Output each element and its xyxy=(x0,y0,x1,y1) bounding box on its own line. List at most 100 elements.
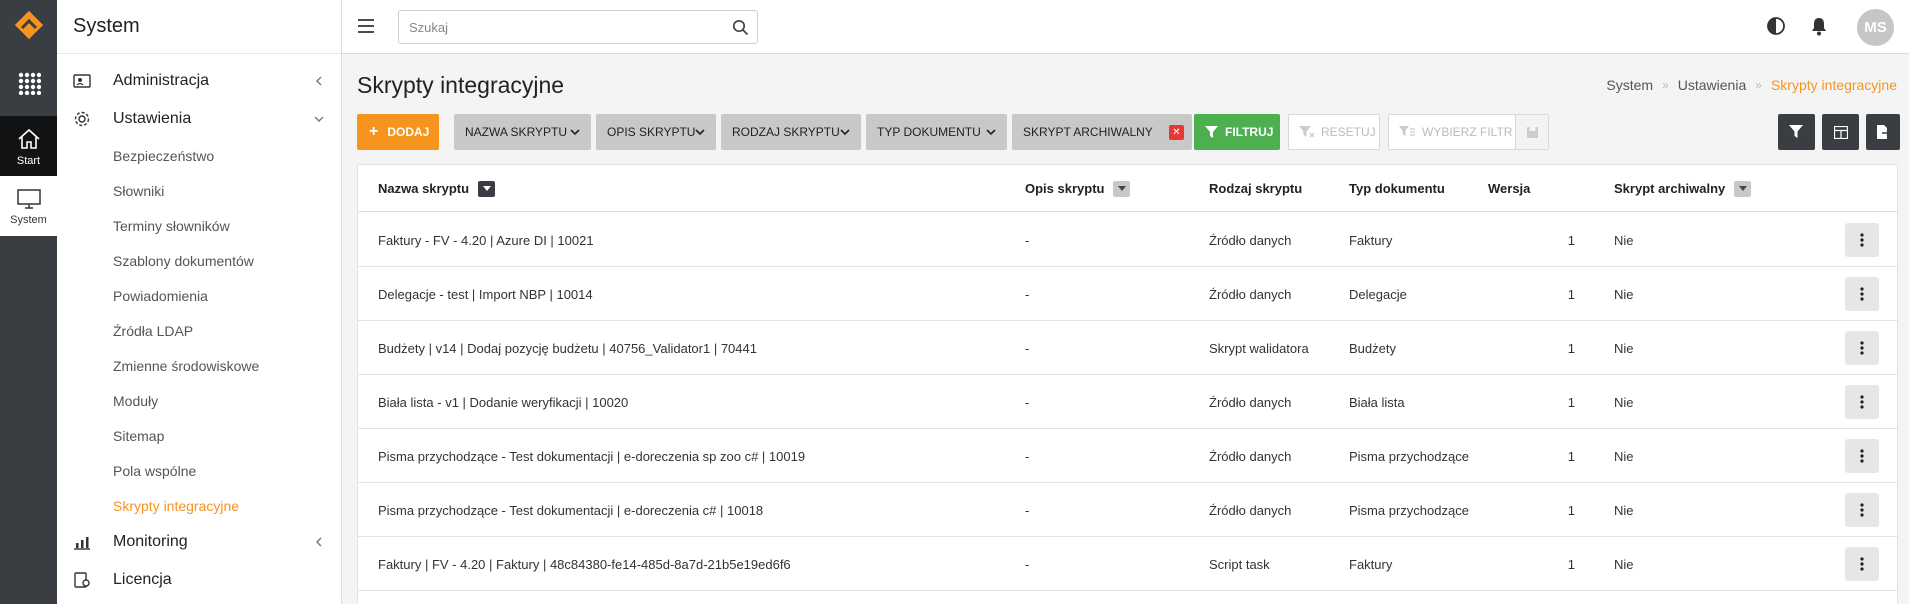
app-logo[interactable] xyxy=(0,0,57,50)
sidebar-section-licencja[interactable]: Licencja xyxy=(57,561,341,599)
cell-kind: Script task xyxy=(1209,556,1270,572)
plus-icon: + xyxy=(369,123,379,140)
sidebar-item-moduly[interactable]: Moduły xyxy=(57,383,341,418)
sort-dropdown-icon[interactable] xyxy=(1734,180,1752,197)
table-row[interactable]: Faktury - FV - 4.20 | Azure DI | 10021 -… xyxy=(358,213,1897,267)
filter-skrypt-archiwalny[interactable]: Skrypt archiwalny ✕ xyxy=(1012,114,1192,150)
grid-icon xyxy=(18,72,41,95)
choose-filter-button[interactable]: Wybierz filtr xyxy=(1388,114,1516,150)
row-actions-button[interactable] xyxy=(1845,385,1879,419)
column-header-rodzaj[interactable]: Rodzaj skryptu xyxy=(1209,165,1302,212)
columns-button[interactable] xyxy=(1822,114,1859,150)
sidebar-item-szablony-dokumentow[interactable]: Szablony dokumentów xyxy=(57,243,341,278)
sidebar-section-label: Monitoring xyxy=(113,533,188,550)
table-row[interactable]: Biała lista - v1 | Dodanie weryfikacji |… xyxy=(358,375,1897,429)
table-row[interactable]: Delegacje - test | Import NBP | 10014 - … xyxy=(358,267,1897,321)
cell-doc: Pisma przychodzące xyxy=(1349,448,1469,464)
apps-grid-button[interactable] xyxy=(0,50,57,116)
sidebar-item-zrodla-ldap[interactable]: Źródła LDAP xyxy=(57,313,341,348)
apply-filter-button[interactable]: Filtruj xyxy=(1194,114,1280,150)
row-actions-button[interactable] xyxy=(1845,547,1879,581)
cell-archived: Nie xyxy=(1614,286,1634,302)
filter-opis-skryptu[interactable]: Opis skryptu xyxy=(596,114,716,150)
cell-kind: Źródło danych xyxy=(1209,394,1292,410)
sort-dropdown-icon[interactable] xyxy=(1113,180,1131,197)
table-row[interactable]: Pisma przychodzące - Test dokumentacji |… xyxy=(358,483,1897,537)
column-header-archiwalny[interactable]: Skrypt archiwalny xyxy=(1614,165,1752,212)
reset-filter-button[interactable]: Resetuj xyxy=(1288,114,1380,150)
row-actions-button[interactable] xyxy=(1845,277,1879,311)
row-actions-button[interactable] xyxy=(1845,223,1879,257)
column-header-typ[interactable]: Typ dokumentu xyxy=(1349,165,1445,212)
sidebar-item-bezpieczenstwo[interactable]: Bezpieczeństwo xyxy=(57,138,341,173)
search-input[interactable] xyxy=(399,11,709,43)
rail-item-system-label: System xyxy=(10,213,47,226)
sidebar-item-slowniki[interactable]: Słowniki xyxy=(57,173,341,208)
breadcrumb-item-system[interactable]: System xyxy=(1606,77,1653,93)
save-filter-button[interactable] xyxy=(1515,114,1549,150)
chevron-down-icon xyxy=(313,113,325,125)
sidebar-section-ustawienia[interactable]: Ustawienia xyxy=(57,100,341,138)
cell-version: 1 xyxy=(1567,448,1575,464)
theme-toggle-button[interactable] xyxy=(1765,15,1787,37)
column-header-nazwa[interactable]: Nazwa skryptu xyxy=(378,165,496,212)
kebab-icon xyxy=(1860,287,1864,301)
rail-item-system[interactable]: System xyxy=(0,176,57,236)
table-row[interactable]: Pisma przychodzące - Test dokumentacji |… xyxy=(358,429,1897,483)
bell-icon xyxy=(1812,18,1826,36)
add-button-label: Dodaj xyxy=(387,125,430,139)
sidebar-item-terminy-slownikow[interactable]: Terminy słowników xyxy=(57,208,341,243)
row-actions-button[interactable] xyxy=(1845,331,1879,365)
breadcrumb-item-ustawienia[interactable]: Ustawienia xyxy=(1678,77,1746,93)
remove-filter-icon[interactable]: ✕ xyxy=(1169,125,1184,140)
sidebar-section-monitoring[interactable]: Monitoring xyxy=(57,523,341,561)
contrast-icon xyxy=(1767,17,1785,35)
breadcrumb-separator-icon: » xyxy=(1662,78,1669,92)
search-icon[interactable] xyxy=(732,19,749,36)
cell-kind: Źródło danych xyxy=(1209,286,1292,302)
column-header-label: Skrypt archiwalny xyxy=(1614,181,1726,196)
cell-archived: Nie xyxy=(1614,448,1634,464)
kebab-icon xyxy=(1860,233,1864,247)
table-row[interactable]: Faktury | FV - 4.20 | Faktury | 48c84380… xyxy=(358,537,1897,591)
column-header-label: Opis skryptu xyxy=(1025,181,1105,196)
cell-desc: - xyxy=(1025,232,1030,248)
filter-label: Typ dokumentu xyxy=(877,125,981,139)
chevron-left-icon xyxy=(313,536,325,548)
menu-toggle-button[interactable] xyxy=(356,16,376,36)
cell-doc: Faktury xyxy=(1349,232,1393,248)
funnel-settings-icon xyxy=(1788,125,1803,138)
column-header-opis[interactable]: Opis skryptu xyxy=(1025,165,1131,212)
sidebar-item-zmienne-srodowiskowe[interactable]: Zmienne środowiskowe xyxy=(57,348,341,383)
cell-version: 1 xyxy=(1567,232,1575,248)
page-title: Skrypty integracyjne xyxy=(357,72,565,98)
table-row[interactable]: Budżety | v14 | Dodaj pozycję budżetu | … xyxy=(358,321,1897,375)
sidebar-item-skrypty-integracyjne[interactable]: Skrypty integracyjne xyxy=(57,488,341,523)
monitor-icon xyxy=(16,188,41,209)
rail-item-start[interactable]: Start xyxy=(0,116,57,176)
column-header-wersja[interactable]: Wersja xyxy=(1488,165,1530,212)
filter-typ-dokumentu[interactable]: Typ dokumentu xyxy=(866,114,1007,150)
sort-dropdown-icon[interactable] xyxy=(478,180,496,197)
funnel-clear-icon xyxy=(1299,126,1315,138)
add-button[interactable]: + Dodaj xyxy=(357,114,439,150)
row-actions-button[interactable] xyxy=(1845,493,1879,527)
chevron-down-icon xyxy=(570,129,580,136)
cell-desc: - xyxy=(1025,286,1030,302)
cell-version: 1 xyxy=(1567,394,1575,410)
sidebar-item-sitemap[interactable]: Sitemap xyxy=(57,418,341,453)
filter-nazwa-skryptu[interactable]: Nazwa skryptu xyxy=(454,114,591,150)
kebab-icon xyxy=(1860,449,1864,463)
notifications-button[interactable] xyxy=(1808,15,1830,37)
filter-panel-button[interactable] xyxy=(1778,114,1815,150)
sidebar-item-powiadomienia[interactable]: Powiadomienia xyxy=(57,278,341,313)
cell-doc: Faktury xyxy=(1349,556,1393,572)
export-button[interactable] xyxy=(1866,114,1900,150)
cell-name: Faktury - FV - 4.20 | Azure DI | 10021 xyxy=(378,232,594,248)
sidebar-section-administracja[interactable]: Administracja xyxy=(57,62,341,100)
filter-rodzaj-skryptu[interactable]: Rodzaj skryptu xyxy=(721,114,861,150)
choose-filter-label: Wybierz filtr xyxy=(1422,125,1513,139)
row-actions-button[interactable] xyxy=(1845,439,1879,473)
avatar[interactable]: MS xyxy=(1857,9,1894,46)
sidebar-item-pola-wspolne[interactable]: Pola wspólne xyxy=(57,453,341,488)
